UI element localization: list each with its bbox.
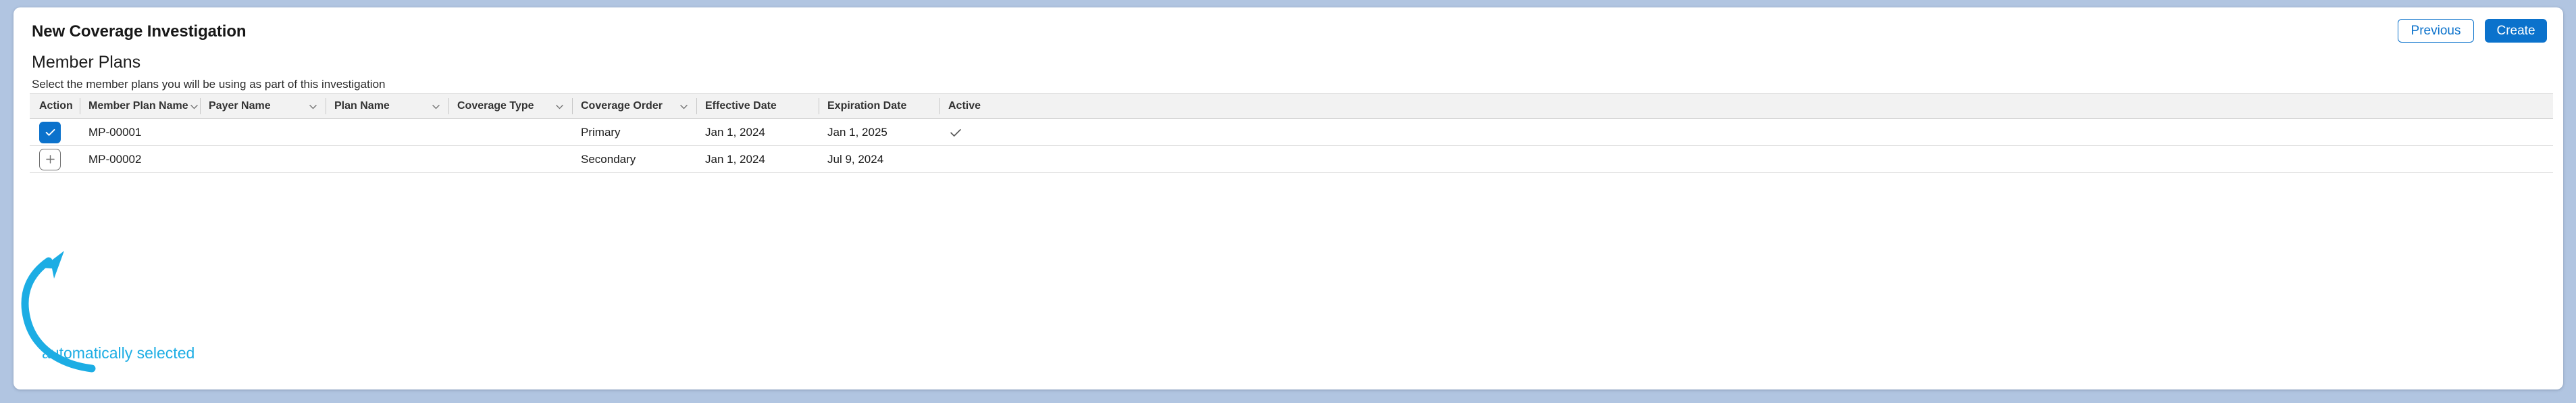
table-header-row: Action Member Plan Name Payer Name Plan … [30,93,2553,119]
cell-plan-name [326,119,448,145]
cell-coverage-type [448,146,572,172]
row-action-cell [30,119,80,145]
cell-member-plan-name: MP-00002 [88,152,142,166]
cell-coverage-order: Secondary [581,152,636,166]
row-select-checkbox-checked[interactable] [39,121,61,143]
cell-member-plan-name: MP-00001 [88,125,142,139]
column-header-plan-name[interactable]: Plan Name [326,94,448,118]
cell-expiration-date: Jul 9, 2024 [827,152,884,166]
annotation-label: automatically selected [42,344,195,362]
page-title: New Coverage Investigation [32,22,247,41]
check-icon [45,128,55,136]
table-row[interactable]: MP-00001 Primary Jan 1, 2024 Jan 1, 2025 [30,119,2553,146]
cell-payer-name [200,146,326,172]
chevron-down-icon[interactable] [554,101,565,112]
row-add-button[interactable] [39,148,61,170]
column-header-coverage-order[interactable]: Coverage Order [572,94,696,118]
column-header-active[interactable]: Active [939,94,1061,118]
cell-active [939,146,1061,172]
section-subheading: Select the member plans you will be usin… [32,78,386,91]
section-heading: Member Plans [32,53,141,72]
chevron-down-icon[interactable] [678,101,690,112]
member-plans-table: Action Member Plan Name Payer Name Plan … [30,93,2553,173]
card-header: New Coverage Investigation Previous Crea… [14,7,2563,52]
column-header-member-plan-name[interactable]: Member Plan Name [80,94,200,118]
cell-effective-date: Jan 1, 2024 [705,152,765,166]
cell-payer-name [200,119,326,145]
cell-active [939,119,1061,145]
column-header-expiration-date[interactable]: Expiration Date [819,94,939,118]
column-header-action: Action [39,100,73,112]
chevron-down-icon[interactable] [430,101,442,112]
cell-effective-date: Jan 1, 2024 [705,125,765,139]
column-header-effective-date[interactable]: Effective Date [696,94,819,118]
chevron-down-icon[interactable] [188,101,200,112]
cell-coverage-type [448,119,572,145]
check-icon [950,128,961,137]
create-button[interactable]: Create [2485,19,2547,43]
row-action-cell [30,146,80,172]
column-header-payer-name[interactable]: Payer Name [200,94,326,118]
column-header-coverage-type[interactable]: Coverage Type [448,94,572,118]
chevron-down-icon[interactable] [307,101,319,112]
header-actions: Previous Create [2398,19,2547,43]
plus-icon [45,155,55,164]
coverage-investigation-card: New Coverage Investigation Previous Crea… [14,7,2563,389]
cell-coverage-order: Primary [581,125,621,139]
cell-plan-name [326,146,448,172]
previous-button[interactable]: Previous [2398,19,2474,43]
table-row[interactable]: MP-00002 Secondary Jan 1, 2024 Jul 9, 20… [30,146,2553,173]
cell-expiration-date: Jan 1, 2025 [827,125,887,139]
